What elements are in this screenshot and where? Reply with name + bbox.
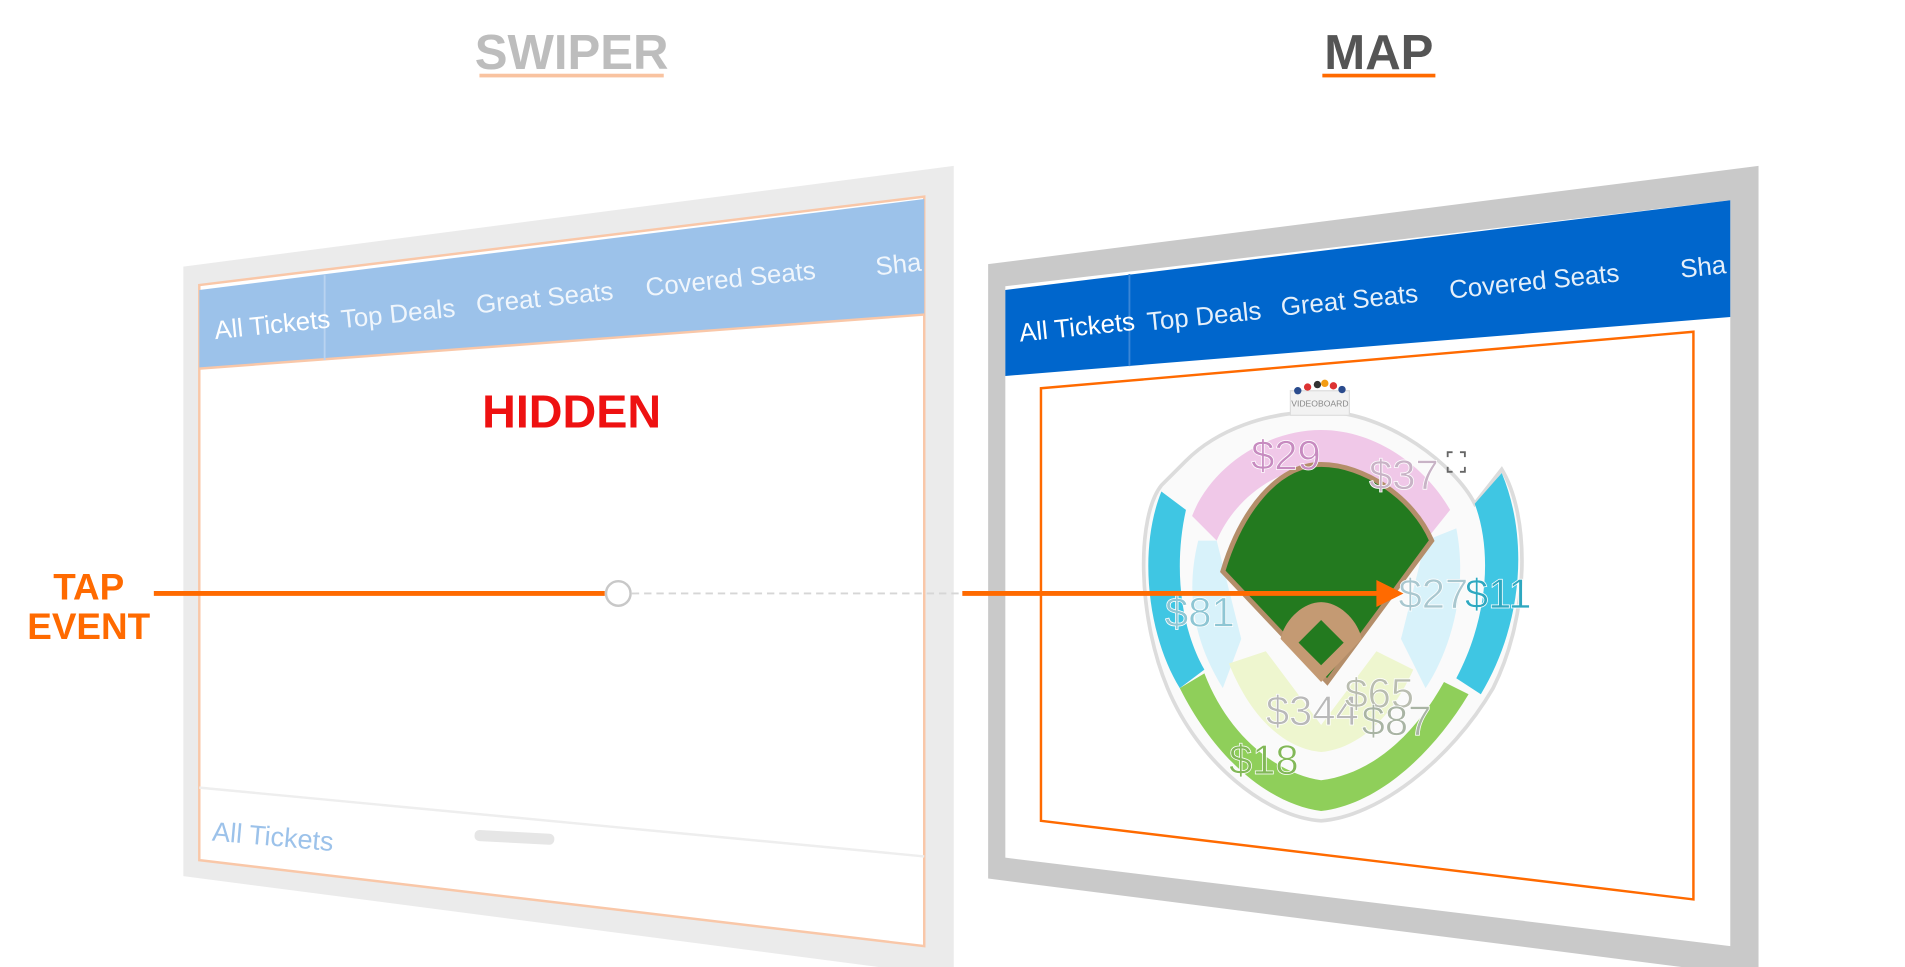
videoboard-label: VIDEOBOARD bbox=[1291, 399, 1348, 409]
price-label[interactable]: $11 bbox=[1465, 570, 1532, 618]
price-label[interactable]: $27 bbox=[1398, 570, 1469, 618]
diagram-canvas: SWIPER MAP All Tickets Top Deals Great S… bbox=[27, 26, 1759, 967]
tap-event-label-line1: TAP bbox=[53, 567, 124, 608]
tap-event-label-line2: EVENT bbox=[27, 606, 150, 647]
price-label[interactable]: $18 bbox=[1229, 736, 1299, 784]
swiper-tab-sha[interactable]: Sha bbox=[874, 249, 923, 282]
map-panel: All Tickets Top Deals Great Seats Covere… bbox=[988, 165, 1759, 967]
swiper-panel: All Tickets Top Deals Great Seats Covere… bbox=[183, 165, 954, 967]
price-label[interactable]: $29 bbox=[1251, 431, 1321, 479]
hidden-label: HIDDEN bbox=[482, 386, 661, 438]
swiper-title: SWIPER bbox=[475, 26, 669, 80]
price-label[interactable]: $37 bbox=[1369, 451, 1439, 499]
price-label[interactable]: $87 bbox=[1361, 696, 1432, 744]
map-tab-sha[interactable]: Sha bbox=[1679, 251, 1728, 284]
map-title: MAP bbox=[1324, 26, 1433, 80]
swiper-title-underline bbox=[479, 73, 664, 78]
tap-point-icon bbox=[604, 579, 632, 607]
map-title-underline bbox=[1322, 73, 1436, 78]
